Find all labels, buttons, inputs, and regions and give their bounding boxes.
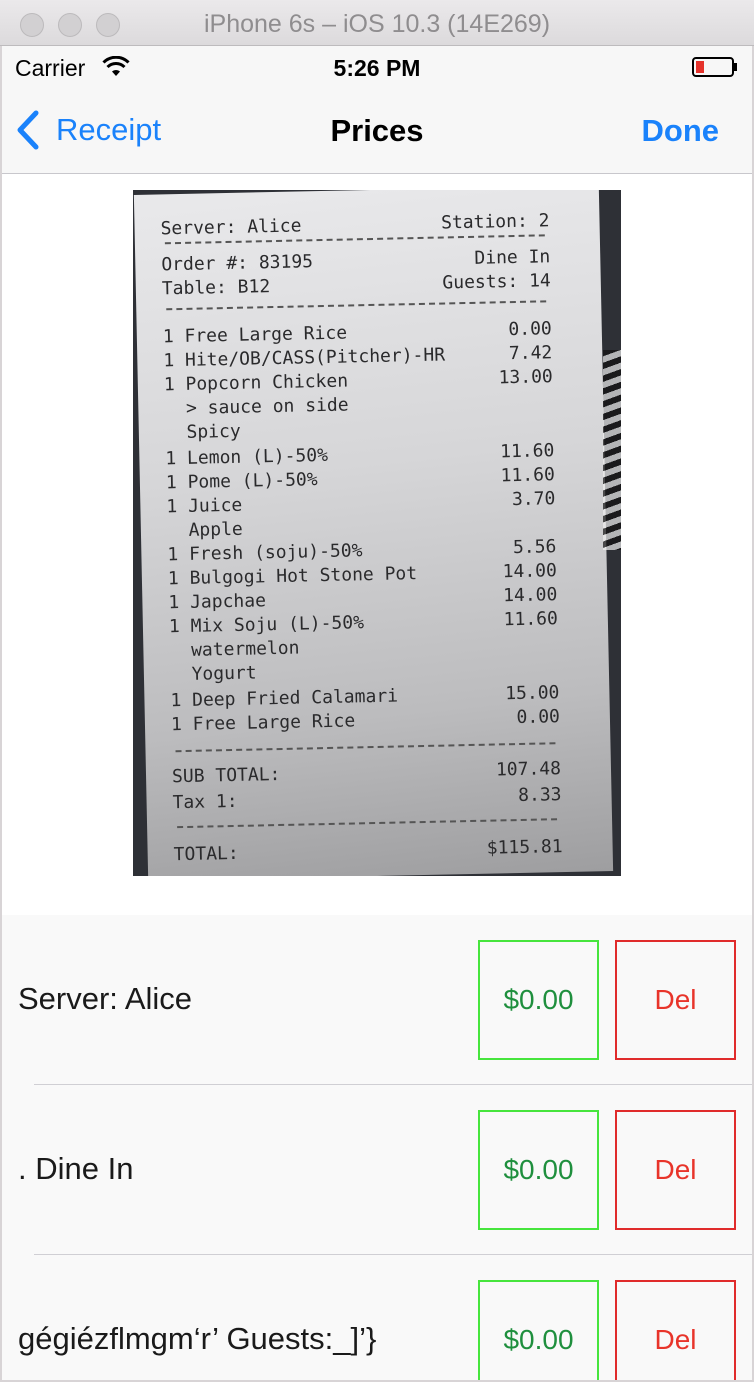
receipt-line-text: 1 Mix Soju (L)-50% (168, 612, 365, 638)
receipt-line-amount: 0.00 (508, 318, 552, 341)
status-bar: Carrier 5:26 PM (2, 46, 752, 86)
receipt-line-amount: $115.81 (486, 836, 563, 859)
receipt-line-text: > sauce on side (164, 394, 349, 420)
receipt-line: SUB TOTAL: 107.48 (172, 758, 561, 787)
receipt-background-detail (603, 350, 621, 550)
receipt-line-amount: 13.00 (498, 366, 553, 389)
receipt-line: Table: B12 Guests: 14 (162, 270, 551, 299)
receipt-line-text: watermelon (169, 637, 300, 662)
receipt-line-amount: 14.00 (502, 560, 558, 583)
receipt-line-amount: Dine In (474, 246, 551, 269)
receipt-line-amount: 3.70 (511, 488, 556, 511)
list-item: gégiézflmgm‘r’ Guests:_]’} $0.00 Del (2, 1255, 752, 1380)
receipt-line: 1 Free Large Rice 0.00 (171, 706, 560, 735)
item-label: . Dine In (18, 1151, 134, 1186)
done-button[interactable]: Done (642, 113, 720, 149)
receipt-line: Tax 1: 8.33 (172, 784, 561, 813)
receipt-line: Yogurt (170, 656, 559, 685)
receipt-line-text: 1 Bulgogi Hot Stone Pot (167, 563, 418, 590)
receipt-line-amount: 5.56 (512, 536, 557, 559)
receipt-line-amount: 0.00 (516, 706, 561, 729)
receipt-line-text: 1 Free Large Rice (170, 710, 356, 736)
receipt-image-area: Server: Alice Station: 2 Order #: 83195 Din… (2, 175, 752, 915)
item-label: Server: Alice (18, 981, 193, 1016)
receipt-line-amount: 7.42 (508, 342, 553, 365)
receipt-line: TOTAL: $115.81 (173, 836, 562, 865)
receipt-line-amount: 11.60 (500, 464, 556, 487)
receipt-photo: Server: Alice Station: 2 Order #: 83195 Din… (133, 190, 621, 876)
receipt-divider (166, 300, 547, 311)
receipt-line-text: Tax 1: (172, 790, 238, 814)
window-title: iPhone 6s – iOS 10.3 (14E269) (203, 10, 551, 38)
navigation-bar: Receipt Prices Done (2, 86, 752, 174)
receipt-line-amount: 107.48 (495, 758, 562, 781)
price-button[interactable]: $0.00 (478, 1280, 599, 1380)
page-title: Prices (330, 113, 424, 148)
receipt-line-text: Yogurt (169, 662, 257, 686)
receipt-paper: Server: Alice Station: 2 Order #: 83195 Din… (133, 190, 614, 876)
price-button[interactable]: $0.00 (478, 1110, 599, 1230)
receipt-line-text: 1 Hite/OB/CASS(Pitcher)-HR (163, 344, 446, 372)
receipt-line-amount: 15.00 (504, 682, 560, 705)
receipt-line-text: Server: Alice (160, 215, 302, 240)
receipt-line-text: Order #: 83195 (161, 251, 314, 276)
receipt-line-amount: 14.00 (502, 584, 558, 607)
delete-button[interactable]: Del (615, 1110, 736, 1230)
receipt-line-amount: 11.60 (499, 440, 555, 463)
device-screen: Carrier 5:26 PM Receipt Prices Done Serv… (2, 46, 752, 1380)
status-time: 5:26 PM (333, 55, 421, 81)
item-list: Server: Alice $0.00 Del . Dine In $0.00 … (2, 915, 752, 1380)
receipt-line-text: 1 Free Large Rice (162, 322, 348, 348)
simulator-title-bar: iPhone 6s – iOS 10.3 (14E269) (0, 0, 754, 46)
receipt-line-text: 1 Fresh (soju)-50% (167, 540, 363, 566)
receipt-line-text: TOTAL: (173, 842, 239, 866)
receipt-line-text: Spicy (164, 420, 241, 444)
receipt-line-amount: Guests: 14 (442, 270, 551, 294)
receipt-line-text: 1 Juice (166, 494, 243, 518)
list-item: . Dine In $0.00 Del (2, 1085, 752, 1255)
item-label: gégiézflmgm‘r’ Guests:_]’} (18, 1321, 377, 1356)
receipt-line-amount: 8.33 (517, 784, 562, 807)
receipt-line-text: 1 Pome (L)-50% (165, 469, 318, 494)
receipt-line-text: Table: B12 (161, 276, 271, 300)
price-button[interactable]: $0.00 (478, 940, 599, 1060)
receipt-divider (175, 742, 556, 753)
receipt-line-amount: 11.60 (503, 608, 559, 631)
receipt-line-text: SUB TOTAL: (171, 764, 281, 788)
receipt-divider (177, 818, 558, 829)
receipt-line-text: 1 Lemon (L)-50% (165, 444, 329, 470)
battery-icon (692, 57, 737, 77)
receipt-line-text: 1 Japchae (168, 590, 267, 614)
delete-button[interactable]: Del (615, 1280, 736, 1380)
receipt-line-amount: Station: 2 (440, 210, 550, 234)
receipt-line: Spicy (165, 414, 554, 443)
delete-button[interactable]: Del (615, 940, 736, 1060)
receipt-line-text: Apple (166, 518, 243, 542)
receipt-line-text: 1 Popcorn Chicken (163, 370, 349, 396)
receipt-line-text: 1 Deep Fried Calamari (170, 685, 399, 712)
list-item: Server: Alice $0.00 Del (2, 915, 752, 1085)
